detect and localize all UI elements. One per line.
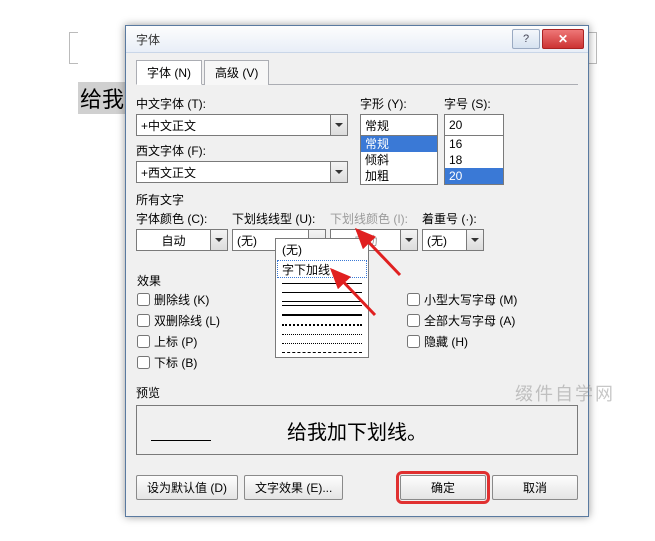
set-default-button[interactable]: 设为默认值 (D) <box>136 475 238 500</box>
allcaps-checkbox[interactable]: 全部大写字母 (A) <box>407 312 517 329</box>
dblstrike-checkbox[interactable]: 双删除线 (L) <box>137 312 287 329</box>
strike-input[interactable] <box>137 293 150 306</box>
chevron-down-icon <box>330 162 347 182</box>
super-label: 上标 (P) <box>154 333 197 350</box>
super-checkbox[interactable]: 上标 (P) <box>137 333 287 350</box>
western-font-label: 西文字体 (F): <box>136 142 206 159</box>
dropdown-item-line-single2[interactable] <box>276 288 368 297</box>
allcaps-label: 全部大写字母 (A) <box>424 312 515 329</box>
chevron-down-icon <box>330 115 347 135</box>
document-selected-text: 给我 <box>78 82 126 114</box>
sub-input[interactable] <box>137 356 150 369</box>
dialog-title: 字体 <box>136 31 510 48</box>
ok-button[interactable]: 确定 <box>400 475 486 500</box>
chinese-font-label: 中文字体 (T): <box>136 95 206 112</box>
dropdown-item-line-double[interactable] <box>276 297 368 310</box>
ruler-mark-right <box>588 32 597 64</box>
smallcaps-checkbox[interactable]: 小型大写字母 (M) <box>407 291 517 308</box>
sub-label: 下标 (B) <box>154 354 197 371</box>
western-font-value: +西文正文 <box>137 164 330 181</box>
tab-strip: 字体 (N) 高级 (V) <box>136 59 578 85</box>
smallcaps-label: 小型大写字母 (M) <box>424 291 517 308</box>
dropdown-item-none[interactable]: (无) <box>276 239 368 259</box>
close-button[interactable]: ✕ <box>542 29 584 49</box>
dropdown-item-line-dotted[interactable] <box>276 320 368 330</box>
font-color-combo[interactable]: 自动 <box>136 229 228 251</box>
hidden-input[interactable] <box>407 335 420 348</box>
size-option-16[interactable]: 16 <box>445 136 503 152</box>
text-effects-label: 文字效果 (E)... <box>255 481 332 495</box>
style-label: 字形 (Y): <box>360 95 407 112</box>
style-option-bold[interactable]: 加粗 <box>361 168 437 184</box>
super-input[interactable] <box>137 335 150 348</box>
western-font-combo[interactable]: +西文正文 <box>136 161 348 183</box>
style-option-regular[interactable]: 常规 <box>361 136 437 152</box>
preview-text: 给我加下划线。 <box>287 416 427 445</box>
emphasis-label: 着重号 (·): <box>422 210 484 227</box>
underline-color-label: 下划线颜色 (I): <box>330 210 418 227</box>
style-value: 常规 <box>361 117 437 134</box>
dropdown-item-word-underline[interactable]: 字下加线 <box>276 259 368 279</box>
size-listbox[interactable]: 16 18 20 <box>444 135 504 185</box>
chinese-font-combo[interactable]: +中文正文 <box>136 114 348 136</box>
strike-label: 删除线 (K) <box>154 291 209 308</box>
size-label: 字号 (S): <box>444 95 491 112</box>
cancel-label: 取消 <box>523 481 547 495</box>
tab-advanced-label: 高级 (V) <box>215 66 258 80</box>
font-color-label: 字体颜色 (C): <box>136 210 228 227</box>
size-option-20[interactable]: 20 <box>445 168 503 184</box>
text-effects-button[interactable]: 文字效果 (E)... <box>244 475 343 500</box>
underline-style-dropdown[interactable]: (无) 字下加线 <box>275 238 369 358</box>
hidden-label: 隐藏 (H) <box>424 333 468 350</box>
underline-style-label: 下划线线型 (U): <box>232 210 326 227</box>
preview-box: 给我加下划线。 <box>136 405 578 455</box>
dblstrike-label: 双删除线 (L) <box>154 312 220 329</box>
close-icon: ✕ <box>558 32 568 46</box>
size-input[interactable]: 20 <box>444 114 504 135</box>
dropdown-item-line-dashed[interactable] <box>276 348 368 357</box>
chinese-font-value: +中文正文 <box>137 117 330 134</box>
preview-underline <box>151 440 211 441</box>
chevron-down-icon <box>466 230 483 250</box>
size-value: 20 <box>445 118 503 132</box>
chevron-down-icon <box>400 230 417 250</box>
dropdown-item-line-dotted3[interactable] <box>276 339 368 348</box>
smallcaps-input[interactable] <box>407 293 420 306</box>
style-option-italic[interactable]: 倾斜 <box>361 152 437 168</box>
emphasis-combo[interactable]: (无) <box>422 229 484 251</box>
tab-font-label: 字体 (N) <box>147 66 191 80</box>
style-listbox[interactable]: 常规 倾斜 加粗 <box>360 135 438 185</box>
size-option-18[interactable]: 18 <box>445 152 503 168</box>
allcaps-input[interactable] <box>407 314 420 327</box>
sub-checkbox[interactable]: 下标 (B) <box>137 354 287 371</box>
dropdown-item-line-thick[interactable] <box>276 310 368 320</box>
ok-label: 确定 <box>431 481 455 495</box>
all-text-label: 所有文字 <box>136 191 578 208</box>
dropdown-item-line-dotted2[interactable] <box>276 330 368 339</box>
watermark: 缀件自学网 <box>515 380 615 406</box>
tab-advanced[interactable]: 高级 (V) <box>204 60 269 85</box>
font-color-value: 自动 <box>137 232 210 249</box>
dblstrike-input[interactable] <box>137 314 150 327</box>
titlebar[interactable]: 字体 ? ✕ <box>126 26 588 53</box>
dropdown-item-line-single[interactable] <box>276 279 368 288</box>
cancel-button[interactable]: 取消 <box>492 475 578 500</box>
chevron-down-icon <box>210 230 227 250</box>
emphasis-value: (无) <box>423 232 466 249</box>
help-button[interactable]: ? <box>512 29 540 49</box>
style-input[interactable]: 常规 <box>360 114 438 135</box>
ruler-mark-left <box>69 32 78 64</box>
preview-label: 预览 <box>136 384 578 401</box>
set-default-label: 设为默认值 (D) <box>147 481 227 495</box>
tab-font[interactable]: 字体 (N) <box>136 60 202 85</box>
hidden-checkbox[interactable]: 隐藏 (H) <box>407 333 517 350</box>
strike-checkbox[interactable]: 删除线 (K) <box>137 291 287 308</box>
